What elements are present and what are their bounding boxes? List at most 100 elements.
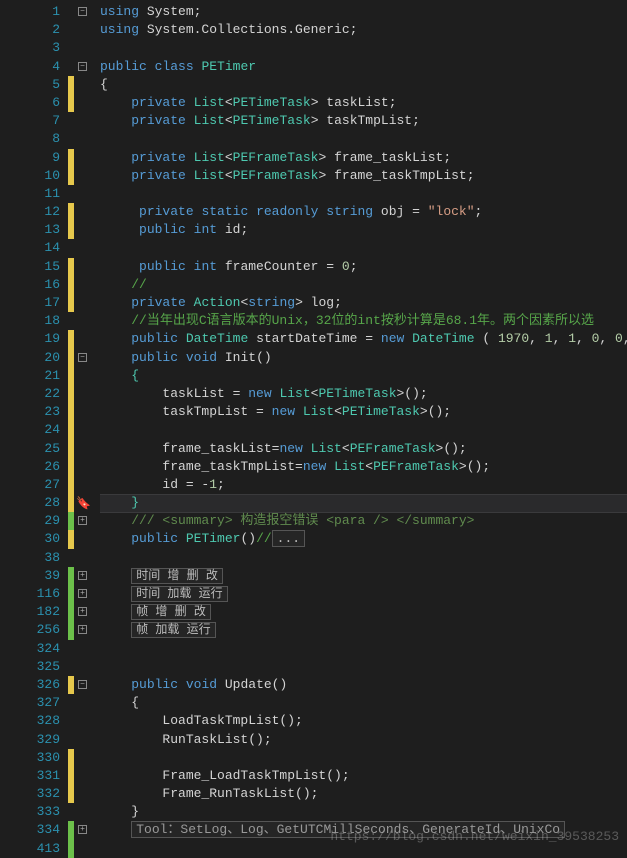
token-id bbox=[100, 313, 131, 328]
token-num: 0 bbox=[342, 259, 350, 274]
expand-icon[interactable] bbox=[78, 571, 87, 580]
code-line[interactable]: /// <summary> 构造报空错误 <para /> </summary> bbox=[100, 512, 627, 530]
code-line[interactable]: taskTmpList = new List<PETimeTask>(); bbox=[100, 403, 627, 421]
line-number: 329 bbox=[0, 731, 68, 749]
margin-row bbox=[68, 621, 100, 639]
collapsed-region[interactable]: 时间 增 删 改 bbox=[131, 568, 223, 584]
code-line[interactable]: id = -1; bbox=[100, 476, 627, 494]
expand-icon[interactable] bbox=[78, 625, 87, 634]
token-id: Update() bbox=[217, 677, 287, 692]
collapse-icon[interactable] bbox=[78, 353, 87, 362]
code-line[interactable]: { bbox=[100, 76, 627, 94]
code-line[interactable]: private static readonly string obj = "lo… bbox=[100, 203, 627, 221]
code-editor[interactable]: 1234567891011121314151617181920212223242… bbox=[0, 0, 627, 856]
expand-icon[interactable] bbox=[78, 825, 87, 834]
collapsed-region[interactable]: 帧 增 删 改 bbox=[131, 604, 211, 620]
code-line[interactable]: frame_taskList=new List<PEFrameTask>(); bbox=[100, 440, 627, 458]
code-line[interactable]: taskList = new List<PETimeTask>(); bbox=[100, 385, 627, 403]
collapsed-code[interactable]: ... bbox=[272, 530, 305, 547]
code-line[interactable] bbox=[100, 749, 627, 767]
code-line[interactable]: public int id; bbox=[100, 221, 627, 239]
code-line[interactable]: public int frameCounter = 0; bbox=[100, 258, 627, 276]
token-id bbox=[186, 113, 194, 128]
line-number: 5 bbox=[0, 76, 68, 94]
code-line[interactable]: private List<PEFrameTask> frame_taskTmpL… bbox=[100, 167, 627, 185]
code-line[interactable]: // bbox=[100, 276, 627, 294]
change-indicator bbox=[68, 385, 74, 403]
line-number: 10 bbox=[0, 167, 68, 185]
token-id: Init() bbox=[217, 350, 272, 365]
token-id: startDateTime = bbox=[248, 331, 381, 346]
margin-row bbox=[68, 530, 100, 548]
code-line[interactable]: Frame_LoadTaskTmpList(); bbox=[100, 767, 627, 785]
margin-row bbox=[68, 712, 100, 730]
code-line[interactable]: private Action<string> log; bbox=[100, 294, 627, 312]
line-number: 13 bbox=[0, 221, 68, 239]
margin-row bbox=[68, 512, 100, 530]
code-line[interactable]: //当年出现C语言版本的Unix，32位的int按秒计算是68.1年。两个因素所… bbox=[100, 312, 627, 330]
margin-row: 🔖 bbox=[68, 494, 100, 512]
token-id bbox=[100, 113, 131, 128]
token-id bbox=[100, 586, 131, 601]
line-number: 18 bbox=[0, 312, 68, 330]
collapsed-region[interactable]: 帧 加载 运行 bbox=[131, 622, 215, 638]
code-line[interactable]: private List<PETimeTask> taskList; bbox=[100, 94, 627, 112]
code-line[interactable]: { bbox=[100, 367, 627, 385]
token-kw: new bbox=[248, 386, 271, 401]
code-line[interactable]: 帧 增 删 改 bbox=[100, 603, 627, 621]
code-line[interactable]: private List<PETimeTask> taskTmpList; bbox=[100, 112, 627, 130]
line-number: 38 bbox=[0, 549, 68, 567]
code-line[interactable]: public void Update() bbox=[100, 676, 627, 694]
token-id: taskTmpList = bbox=[100, 404, 272, 419]
margin-row bbox=[68, 3, 100, 21]
code-line[interactable]: public class PETimer bbox=[100, 58, 627, 76]
code-line[interactable]: RunTaskList(); bbox=[100, 731, 627, 749]
editor-margin[interactable]: 🔖 bbox=[68, 0, 100, 856]
code-line[interactable]: public void Init() bbox=[100, 349, 627, 367]
token-type: { bbox=[131, 368, 139, 383]
code-line[interactable] bbox=[100, 421, 627, 439]
line-number: 326 bbox=[0, 676, 68, 694]
expand-icon[interactable] bbox=[78, 589, 87, 598]
code-line[interactable]: frame_taskTmpList=new List<PEFrameTask>(… bbox=[100, 458, 627, 476]
code-line[interactable]: 帧 加载 运行 bbox=[100, 621, 627, 639]
code-area[interactable]: using System;using System.Collections.Ge… bbox=[100, 0, 627, 856]
code-line[interactable] bbox=[100, 640, 627, 658]
code-line[interactable]: { bbox=[100, 694, 627, 712]
line-number: 413 bbox=[0, 840, 68, 858]
code-line[interactable]: LoadTaskTmpList(); bbox=[100, 712, 627, 730]
token-id bbox=[100, 368, 131, 383]
collapsed-region[interactable]: 时间 加载 运行 bbox=[131, 586, 227, 602]
token-id bbox=[178, 331, 186, 346]
code-line[interactable] bbox=[100, 239, 627, 257]
change-indicator bbox=[68, 367, 74, 385]
code-line[interactable]: 时间 加载 运行 bbox=[100, 585, 627, 603]
token-id bbox=[100, 95, 131, 110]
token-id: { bbox=[100, 695, 139, 710]
code-line[interactable]: using System; bbox=[100, 3, 627, 21]
change-indicator bbox=[68, 76, 74, 94]
code-line[interactable] bbox=[100, 39, 627, 57]
code-line[interactable] bbox=[100, 658, 627, 676]
code-line[interactable]: 时间 增 删 改 bbox=[100, 567, 627, 585]
code-line[interactable]: } bbox=[100, 803, 627, 821]
token-kw: readonly bbox=[256, 204, 318, 219]
token-id bbox=[186, 222, 194, 237]
bookmark-icon[interactable]: 🔖 bbox=[76, 496, 90, 510]
collapse-icon[interactable] bbox=[78, 680, 87, 689]
margin-row bbox=[68, 167, 100, 185]
code-line[interactable]: public DateTime startDateTime = new Date… bbox=[100, 330, 627, 348]
code-line[interactable]: using System.Collections.Generic; bbox=[100, 21, 627, 39]
collapse-icon[interactable] bbox=[78, 7, 87, 16]
code-line[interactable] bbox=[100, 549, 627, 567]
code-line[interactable] bbox=[100, 185, 627, 203]
code-line[interactable]: public PETimer()//... bbox=[100, 530, 627, 548]
token-id bbox=[100, 677, 131, 692]
code-line[interactable]: Frame_RunTaskList(); bbox=[100, 785, 627, 803]
collapse-icon[interactable] bbox=[78, 62, 87, 71]
code-line[interactable]: private List<PEFrameTask> frame_taskList… bbox=[100, 149, 627, 167]
expand-icon[interactable] bbox=[78, 607, 87, 616]
expand-icon[interactable] bbox=[78, 516, 87, 525]
token-id: RunTaskList(); bbox=[100, 732, 272, 747]
code-line[interactable] bbox=[100, 130, 627, 148]
